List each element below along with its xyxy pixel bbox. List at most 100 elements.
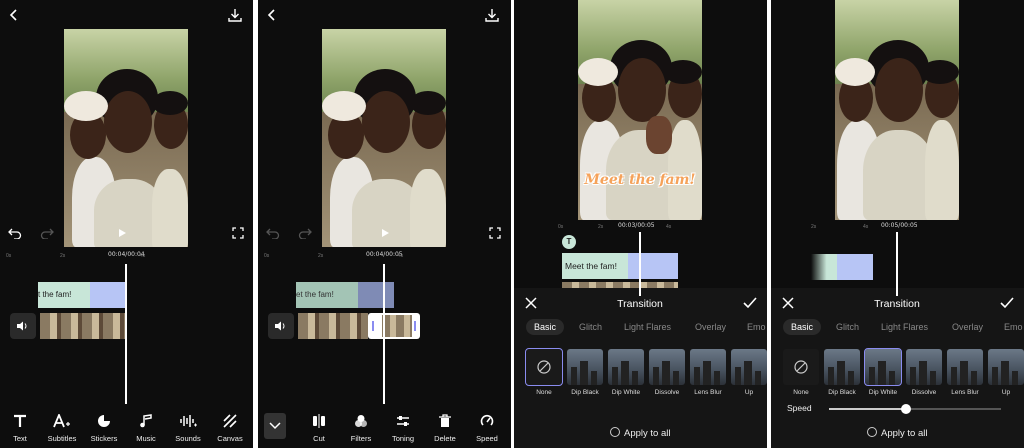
filters-tool[interactable]: Filters (344, 414, 378, 443)
toning-tool[interactable]: Toning (386, 414, 420, 443)
text-clip[interactable]: et the fam! (296, 282, 358, 308)
mute-button[interactable] (10, 313, 36, 339)
music-tool[interactable]: Music (129, 414, 163, 443)
cut-tool[interactable]: Cut (302, 414, 336, 443)
radio-icon (610, 427, 620, 437)
transition-dip-white[interactable] (864, 348, 902, 386)
tab-overlay[interactable]: Overlay (952, 322, 983, 332)
selected-clip[interactable] (368, 313, 420, 339)
transition-label: Dip Black (571, 389, 599, 396)
text-track-badge[interactable]: T (562, 235, 576, 249)
play-icon[interactable] (117, 228, 127, 238)
transition-dip-white[interactable] (608, 349, 644, 385)
video-clip-tail[interactable] (90, 282, 126, 308)
music-icon (140, 414, 152, 428)
transition-label: Up (1001, 389, 1011, 396)
trim-handle-right[interactable] (414, 321, 416, 331)
video-preview[interactable] (64, 29, 188, 247)
stickers-tool[interactable]: Stickers (87, 414, 121, 443)
speaker-icon (275, 321, 285, 331)
tab-light-flares[interactable]: Light Flares (881, 322, 928, 332)
video-track[interactable] (40, 313, 126, 339)
fullscreen-icon[interactable] (489, 227, 501, 239)
canvas-tool[interactable]: Canvas (213, 414, 247, 443)
tab-glitch[interactable]: Glitch (579, 322, 602, 332)
timecode: 00:05/00:05 (881, 222, 918, 229)
transition-lens-blur[interactable] (690, 349, 726, 385)
text-clip[interactable]: t the fam! (38, 282, 90, 308)
tab-overlay[interactable]: Overlay (695, 322, 726, 332)
redo-icon[interactable] (40, 227, 54, 239)
transition-none[interactable] (525, 348, 563, 386)
sounds-tool[interactable]: Sounds (171, 414, 205, 443)
transition-label: Lens Blur (951, 389, 979, 396)
text-icon (14, 414, 26, 427)
subtitles-tool[interactable]: Subtitles (45, 414, 79, 443)
tab-emo[interactable]: Emo (1004, 322, 1023, 332)
mute-button[interactable] (268, 313, 294, 339)
close-icon[interactable] (525, 297, 537, 309)
speed-tool[interactable]: Speed (470, 414, 504, 443)
video-clip-tail[interactable] (628, 253, 678, 279)
ruler-tick: 4s (140, 253, 146, 259)
editor-panel-3: Meet the fam! 0s 2s 00:03/00:05 4s T Mee… (514, 0, 767, 448)
transition-up[interactable] (988, 349, 1024, 385)
playhead[interactable] (383, 264, 385, 404)
toolbar-label: Stickers (90, 434, 118, 443)
transition-dip-black[interactable] (567, 349, 603, 385)
playhead[interactable] (639, 232, 641, 296)
apply-to-all[interactable]: Apply to all (867, 427, 927, 439)
toolbar-label: Subtitles (47, 434, 77, 443)
fullscreen-icon[interactable] (232, 227, 244, 239)
text-tool[interactable]: Text (3, 414, 37, 443)
transition-dip-black[interactable] (824, 349, 860, 385)
tab-basic[interactable]: Basic (783, 319, 822, 335)
trim-handle-left[interactable] (372, 321, 374, 331)
trash-icon (439, 414, 451, 427)
apply-to-all[interactable]: Apply to all (610, 427, 670, 439)
ruler-tick: 2s (811, 224, 817, 230)
text-clip[interactable] (811, 254, 837, 280)
video-preview[interactable] (322, 29, 446, 247)
transition-none[interactable] (783, 349, 819, 385)
close-icon[interactable] (782, 297, 794, 309)
video-clip-tail[interactable] (358, 282, 394, 308)
collapse-button[interactable] (264, 413, 286, 439)
tab-basic[interactable]: Basic (526, 319, 565, 335)
undo-icon[interactable] (8, 227, 22, 239)
overlay-text[interactable]: Meet the fam! (578, 172, 702, 188)
video-preview[interactable]: Meet the fam! (578, 0, 702, 220)
tab-emo[interactable]: Emo (747, 322, 766, 332)
check-icon[interactable] (743, 297, 757, 309)
download-icon[interactable] (227, 7, 243, 23)
sticker-icon (98, 415, 110, 427)
sliders-icon (397, 416, 409, 426)
transition-dissolve[interactable] (649, 349, 685, 385)
transition-dissolve[interactable] (906, 349, 942, 385)
playhead[interactable] (896, 232, 898, 296)
transition-up[interactable] (731, 349, 767, 385)
toolbar-label: Cut (313, 434, 325, 443)
back-icon[interactable] (9, 8, 19, 22)
speed-slider[interactable] (829, 404, 1001, 414)
timecode: 00:03/00:05 (618, 222, 655, 229)
tab-light-flares[interactable]: Light Flares (624, 322, 671, 332)
play-icon[interactable] (380, 228, 390, 238)
video-track[interactable] (298, 313, 368, 339)
check-icon[interactable] (1000, 297, 1014, 309)
delete-tool[interactable]: Delete (428, 414, 462, 443)
download-icon[interactable] (484, 7, 500, 23)
speed-label: Speed (787, 403, 812, 413)
text-clip[interactable]: Meet the fam! (562, 253, 628, 279)
playhead[interactable] (125, 264, 127, 404)
transition-label: None (793, 389, 809, 396)
transition-lens-blur[interactable] (947, 349, 983, 385)
tab-glitch[interactable]: Glitch (836, 322, 859, 332)
video-preview[interactable] (835, 0, 959, 220)
redo-icon[interactable] (298, 227, 312, 239)
toolbar-label: Music (136, 434, 156, 443)
back-icon[interactable] (267, 8, 277, 22)
chevron-down-icon (269, 422, 281, 430)
video-clip-tail[interactable] (837, 254, 873, 280)
undo-icon[interactable] (266, 227, 280, 239)
